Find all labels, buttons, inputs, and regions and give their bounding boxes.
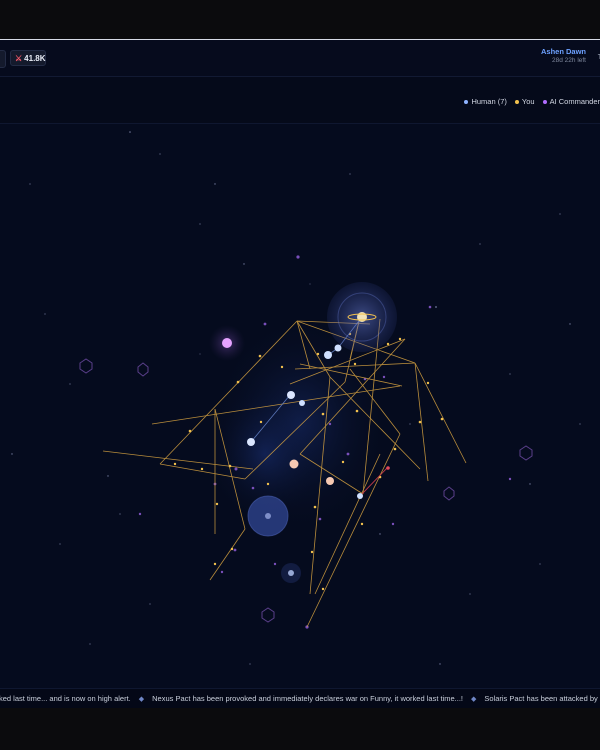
pink-planet[interactable] — [222, 338, 232, 348]
player-info[interactable]: Ashen Dawn 28d 22h left — [541, 47, 586, 64]
ticker-track: ked last time... and is now on high aler… — [0, 694, 600, 703]
game-window: ⚔ 41.8K Ashen Dawn 28d 22h left T Human … — [0, 40, 600, 708]
legend-dot — [464, 99, 469, 104]
ticker-message: Solaris Pact has been attacked by F — [484, 694, 600, 703]
ticker-message: Nexus Pact has been provoked and immedia… — [152, 694, 463, 703]
legend-label: Human (7) — [471, 97, 507, 106]
legend-dot — [542, 99, 547, 104]
galaxy-map[interactable] — [0, 124, 600, 694]
legend-label: You — [521, 97, 535, 106]
legend-label: AI Commander — [549, 97, 600, 106]
diamond-icon: ◆ — [470, 695, 477, 703]
legend-item-you[interactable]: You — [514, 97, 535, 106]
military-resource-pill[interactable]: ⚔ 41.8K — [10, 50, 46, 66]
player-name: Ashen Dawn — [540, 47, 586, 56]
military-resource-value: 41.8K — [24, 53, 46, 63]
legend-dot — [514, 99, 519, 104]
galaxy-map-canvas[interactable] — [0, 124, 600, 694]
map-legend: Human (7) You AI Commander — [464, 97, 600, 106]
hostile-marker[interactable] — [386, 466, 390, 470]
legend-item-human[interactable]: Human (7) — [464, 97, 507, 106]
ticker-message: ked last time... and is now on high aler… — [0, 694, 131, 703]
swords-icon: ⚔ — [15, 53, 23, 63]
legend-item-ai-commander[interactable]: AI Commander — [542, 97, 600, 106]
resource-pill-partial[interactable] — [0, 50, 6, 68]
news-ticker: ked last time... and is now on high aler… — [0, 688, 600, 708]
player-time-left: 28d 22h left — [552, 57, 586, 64]
screen-frame: ⚔ 41.8K Ashen Dawn 28d 22h left T Human … — [0, 0, 600, 750]
diamond-icon: ◆ — [138, 695, 145, 703]
gas-giant-core — [265, 513, 271, 519]
top-bar: ⚔ 41.8K Ashen Dawn 28d 22h left T — [0, 40, 600, 77]
